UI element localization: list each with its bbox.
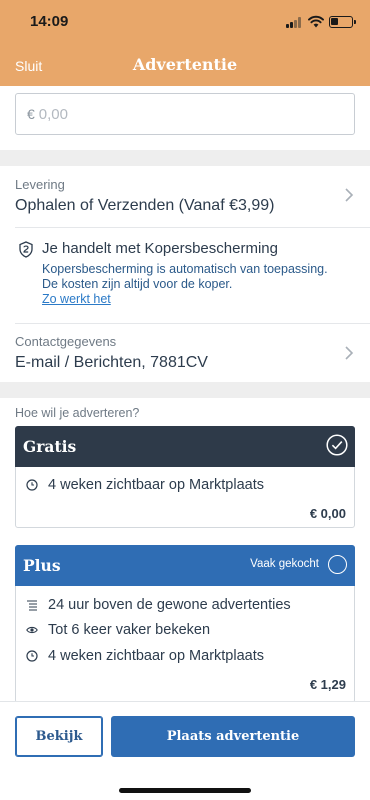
delivery-value: Ophalen of Verzenden (Vanaf €3,99) — [15, 197, 275, 214]
home-indicator[interactable] — [119, 788, 251, 793]
plan-name: Gratis — [23, 437, 77, 456]
divider — [15, 323, 370, 324]
contact-value: E-mail / Berichten, 7881CV — [15, 354, 208, 371]
divider — [15, 227, 370, 228]
plan-price: € 1,29 — [309, 677, 346, 692]
list-up-icon — [27, 600, 37, 611]
bottom-action-bar: Bekijk Plaats advertentie — [0, 701, 370, 800]
plan-card-plus[interactable]: Plus Vaak gekocht 24 uur boven de gewone… — [15, 545, 355, 703]
place-ad-button[interactable]: Plaats advertentie — [111, 716, 355, 757]
check-circle-icon[interactable] — [326, 434, 348, 456]
battery-icon — [329, 16, 356, 28]
cellular-signal-icon — [286, 17, 304, 28]
preview-button[interactable]: Bekijk — [15, 716, 103, 757]
plan-feature: 4 weken zichtbaar op Marktplaats — [26, 477, 264, 493]
price-input[interactable] — [38, 105, 319, 123]
chevron-right-icon — [345, 188, 354, 202]
page-title: Advertentie — [132, 55, 238, 74]
chevron-right-icon — [345, 346, 354, 360]
plan-feature-text: 4 weken zichtbaar op Marktplaats — [48, 648, 264, 664]
radio-button[interactable] — [328, 555, 347, 574]
buyer-protection-text-2: De kosten zijn altijd voor de koper. — [42, 277, 233, 291]
eye-icon — [26, 626, 38, 634]
popular-badge: Vaak gekocht — [250, 558, 319, 570]
plan-feature: 24 uur boven de gewone advertenties — [26, 597, 291, 613]
plan-feature-text: Tot 6 keer vaker bekeken — [48, 622, 211, 638]
plan-feature-text: 24 uur boven de gewone advertenties — [48, 597, 291, 613]
advertise-question: Hoe wil je adverteren? — [15, 406, 140, 420]
section-separator — [0, 150, 370, 166]
plan-header: Plus Vaak gekocht — [15, 545, 355, 586]
delivery-label: Levering — [15, 177, 65, 192]
shield-icon — [19, 241, 33, 258]
app-header: 14:09 Sluit Advertentie — [0, 0, 370, 86]
contact-label: Contactgegevens — [15, 334, 117, 349]
section-separator — [0, 382, 370, 398]
plan-feature: 4 weken zichtbaar op Marktplaats — [26, 648, 264, 664]
plan-feature: Tot 6 keer vaker bekeken — [26, 622, 210, 638]
status-time: 14:09 — [30, 13, 69, 30]
price-field[interactable]: € — [15, 93, 355, 135]
plan-name: Plus — [23, 556, 61, 575]
plan-card-gratis[interactable]: Gratis 4 weken zichtbaar op Marktplaats … — [15, 426, 355, 528]
buyer-protection-text-1: Kopersbescherming is automatisch van toe… — [42, 262, 328, 276]
wifi-icon — [308, 15, 324, 28]
plan-price: € 0,00 — [309, 506, 346, 521]
buyer-protection-title: Je handelt met Kopersbescherming — [42, 240, 278, 257]
plan-header: Gratis — [15, 426, 355, 467]
clock-icon — [26, 479, 38, 491]
currency-symbol: € — [27, 106, 35, 122]
plan-feature-text: 4 weken zichtbaar op Marktplaats — [48, 477, 264, 493]
status-bar: 14:09 — [0, 0, 370, 44]
how-it-works-link[interactable]: Zo werkt het — [42, 292, 111, 306]
clock-icon — [26, 650, 38, 662]
